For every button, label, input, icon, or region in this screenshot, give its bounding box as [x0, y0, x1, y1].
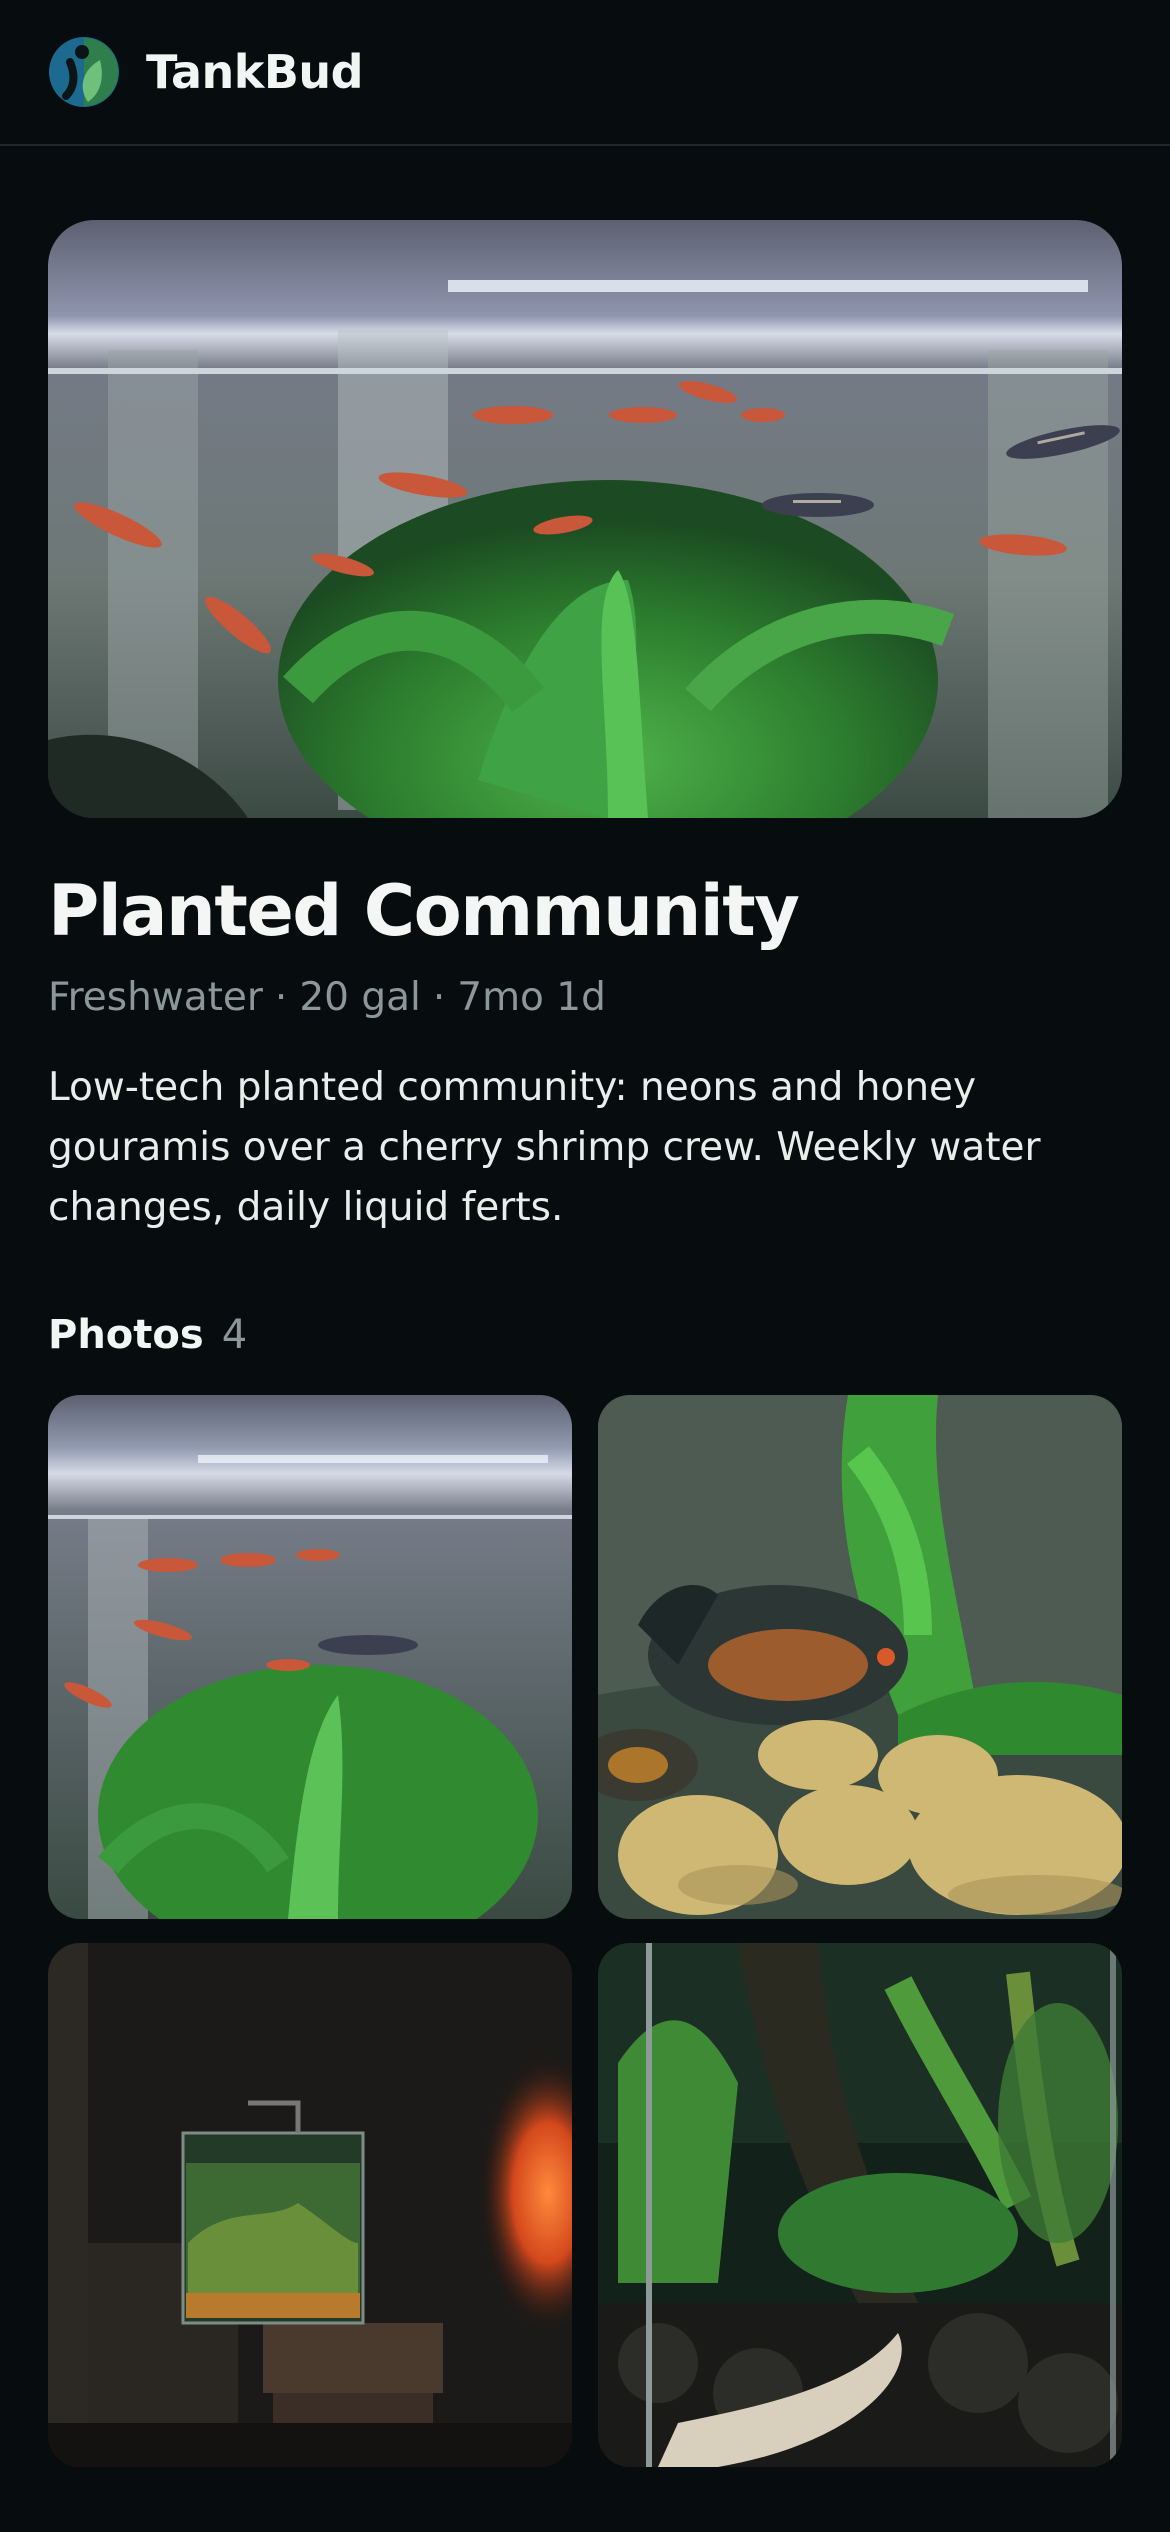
meta-separator: · [274, 975, 288, 1020]
tank-description: Low-tech planted community: neons and ho… [48, 1065, 1041, 1230]
tank-name: Planted Community [48, 870, 800, 952]
photo-thumbnail[interactable] [598, 1395, 1122, 1919]
app-header: TankBud [0, 0, 1170, 146]
photos-count: 4 [221, 1312, 248, 1358]
tank-volume: 20 gal [299, 975, 421, 1020]
meta-separator: · [432, 975, 446, 1020]
tank-hero-image[interactable] [48, 220, 1122, 818]
photo-thumbnail[interactable] [48, 1395, 572, 1919]
photo-thumbnail[interactable] [598, 1943, 1122, 2467]
tank-meta: Freshwater · 20 gal · 7mo 1d [48, 975, 606, 1020]
photos-label: Photos [48, 1312, 204, 1358]
tank-age: 7mo 1d [457, 975, 606, 1020]
photo-thumbnail[interactable] [48, 1943, 572, 2467]
water-type: Freshwater [48, 975, 263, 1020]
app-title[interactable]: TankBud [146, 45, 364, 99]
tankbud-logo-icon[interactable] [48, 36, 120, 108]
photos-header: Photos 4 [48, 1312, 247, 1358]
